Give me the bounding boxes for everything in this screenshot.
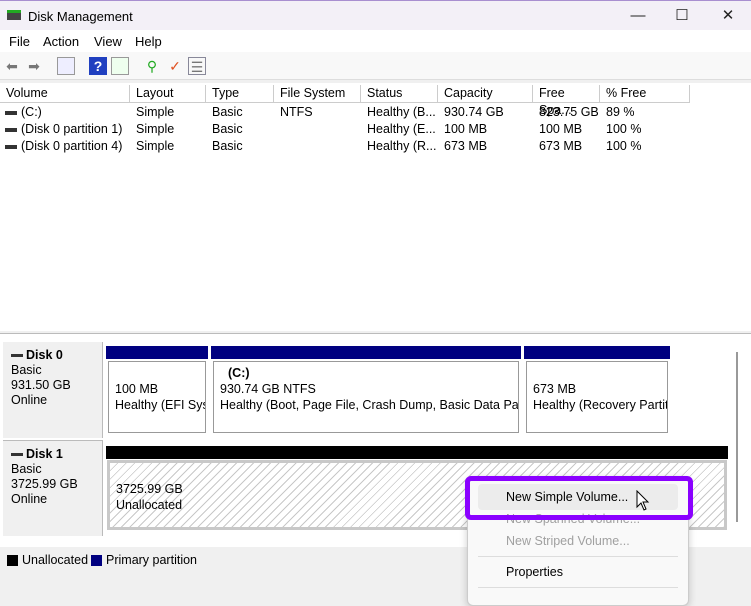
table-cell: Basic <box>212 105 243 119</box>
partition-recovery[interactable]: 673 MB Healthy (Recovery Partition) <box>526 361 668 433</box>
partition-size: 673 MB <box>533 382 577 396</box>
connect-icon[interactable]: ⚲ <box>143 57 161 75</box>
disk-type: Basic <box>11 363 42 377</box>
disk-size: 3725.99 GB <box>11 477 78 491</box>
menu-new-striped-volume: New Striped Volume... <box>506 534 630 548</box>
table-cell: Basic <box>212 139 243 153</box>
col-type[interactable]: Type <box>206 85 274 103</box>
disk-1-label[interactable]: Disk 1 Basic 3725.99 GB Online <box>3 440 103 536</box>
forward-icon[interactable]: ➡ <box>25 57 43 75</box>
show-hide-console-tree-icon[interactable] <box>57 57 75 75</box>
table-cell: (Disk 0 partition 4) <box>21 139 123 153</box>
disk-name: Disk 0 <box>26 348 63 362</box>
table-row[interactable]: (C:) Simple Basic NTFS Healthy (B... 930.74 G… <box>0 104 690 121</box>
table-cell <box>280 121 359 138</box>
maximize-button[interactable]: ☐ <box>662 5 702 27</box>
disk-0-label[interactable]: Disk 0 Basic 931.50 GB Online <box>3 342 103 438</box>
menu-file[interactable]: File <box>9 34 30 49</box>
table-cell: Simple <box>136 122 175 136</box>
partition-bar <box>524 346 670 359</box>
partition-size: 930.74 GB NTFS <box>220 382 316 396</box>
disk-type: Basic <box>11 462 42 476</box>
disk-status: Online <box>11 393 48 407</box>
partition-status: Healthy (Boot, Page File, Crash Dump, Ba… <box>220 398 519 412</box>
menu-separator <box>478 587 678 588</box>
table-cell: 100 MB <box>444 122 488 136</box>
table-cell: 100 % <box>606 122 642 136</box>
menu-view[interactable]: View <box>94 34 122 49</box>
unallocated-bar <box>106 446 728 459</box>
col-layout[interactable]: Layout <box>130 85 206 103</box>
table-cell: 930.74 GB <box>444 105 504 119</box>
table-cell: Simple <box>136 105 175 119</box>
table-cell: Simple <box>136 139 175 153</box>
disk-status: Online <box>11 492 48 506</box>
scrollbar[interactable] <box>736 352 742 522</box>
disk-size: 931.50 GB <box>11 378 71 392</box>
menu-separator <box>478 556 678 557</box>
disk-icon <box>11 354 23 358</box>
help-icon[interactable]: ? <box>89 57 107 75</box>
table-cell <box>280 138 359 155</box>
col-free-space[interactable]: Free Spa... <box>533 85 600 117</box>
primary-swatch <box>91 555 102 566</box>
col-file-system[interactable]: File System <box>274 85 361 103</box>
close-button[interactable]: ✕ <box>708 5 748 27</box>
toolbar: ⬅ ➡ ? ⚲ ✓ ☰ <box>0 52 751 80</box>
table-cell: 673 MB <box>539 139 583 153</box>
partition-c[interactable]: (C:) 930.74 GB NTFS Healthy (Boot, Page … <box>213 361 519 433</box>
table-cell: 673 MB <box>444 139 488 153</box>
table-cell: (C:) <box>21 105 42 119</box>
menu-action[interactable]: Action <box>43 34 79 49</box>
partition-bar <box>211 346 521 359</box>
mouse-cursor-icon <box>636 490 650 511</box>
table-cell: NTFS <box>280 105 313 119</box>
window-title: Disk Management <box>28 9 133 24</box>
partition-bar <box>106 346 208 359</box>
table-cell: (Disk 0 partition 1) <box>21 122 123 136</box>
table-cell: 89 % <box>606 105 635 119</box>
menu-help[interactable]: Help <box>135 34 162 49</box>
title-bar: Disk Management — ☐ ✕ <box>0 0 751 30</box>
table-cell: Healthy (B... <box>367 105 436 119</box>
disk-icon <box>11 453 23 457</box>
menu-properties[interactable]: Properties <box>478 559 678 585</box>
partition-status: Healthy (EFI System Partition) <box>115 398 205 412</box>
table-cell: 823.75 GB <box>539 105 598 119</box>
properties-icon[interactable]: ☰ <box>188 57 206 75</box>
volume-icon <box>5 111 17 115</box>
table-cell: Basic <box>212 122 243 136</box>
table-row[interactable]: (Disk 0 partition 4) Simple Basic Healthy (… <box>0 138 690 155</box>
table-cell: 100 % <box>606 139 642 153</box>
partition-label: (C:) <box>228 366 250 380</box>
partition-efi[interactable]: 100 MB Healthy (EFI System Partition) <box>108 361 206 433</box>
volume-icon <box>5 128 17 132</box>
table-row[interactable]: (Disk 0 partition 1) Simple Basic Healthy (… <box>0 121 690 138</box>
disk-management-icon <box>7 10 21 20</box>
partition-status: Healthy (Recovery Partition) <box>533 398 667 412</box>
menu-bar: File Action View Help <box>0 30 751 52</box>
col-capacity[interactable]: Capacity <box>438 85 533 103</box>
show-action-pane-icon[interactable] <box>111 57 129 75</box>
table-cell: Healthy (E... <box>367 122 436 136</box>
disk-name: Disk 1 <box>26 447 63 461</box>
legend-unallocated: Unallocated <box>22 553 89 567</box>
col-percent-free[interactable]: % Free <box>600 85 690 103</box>
unallocated-swatch <box>7 555 18 566</box>
table-cell: 100 MB <box>539 122 583 136</box>
check-icon[interactable]: ✓ <box>166 57 184 75</box>
volume-icon <box>5 145 17 149</box>
highlight-box <box>465 476 693 520</box>
table-cell: Healthy (R... <box>367 139 436 153</box>
back-icon[interactable]: ⬅ <box>3 57 21 75</box>
col-status[interactable]: Status <box>361 85 438 103</box>
minimize-button[interactable]: — <box>618 5 658 27</box>
col-volume[interactable]: Volume <box>0 85 130 103</box>
volume-list: Volume Layout Type File System Status Ca… <box>0 83 751 331</box>
legend-primary: Primary partition <box>106 553 197 567</box>
partition-size: 100 MB <box>115 382 159 396</box>
